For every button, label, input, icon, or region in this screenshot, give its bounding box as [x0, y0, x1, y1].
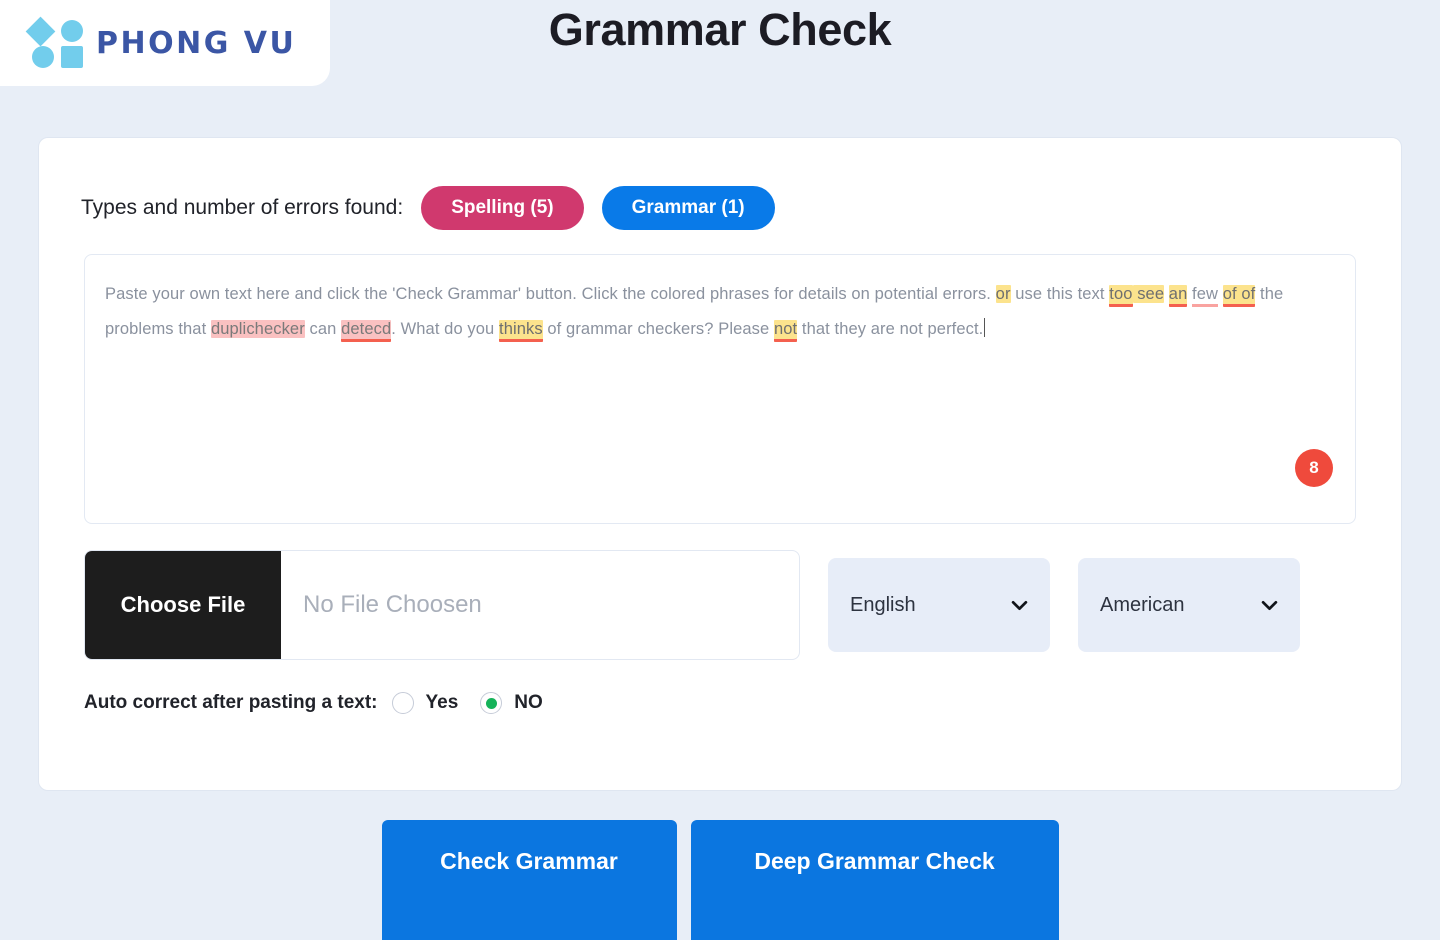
- editor-flagged-text[interactable]: detecd: [341, 320, 392, 342]
- grammar-errors-badge[interactable]: Grammar (1): [601, 186, 775, 230]
- page-title: Grammar Check: [548, 4, 892, 55]
- editor-plain-text: can: [304, 320, 342, 338]
- error-count-badge[interactable]: 8: [1295, 449, 1333, 487]
- editor-plain-text: that they are not perfect.: [797, 320, 984, 338]
- errors-summary-row: Types and number of errors found: Spelli…: [81, 186, 775, 230]
- language-select-value: English: [850, 593, 916, 616]
- editor-flagged-text[interactable]: of of: [1222, 285, 1256, 307]
- check-grammar-button[interactable]: Check Grammar: [381, 820, 677, 940]
- radio-no-icon: [480, 692, 503, 714]
- autocorrect-option-yes[interactable]: Yes: [391, 692, 459, 714]
- chevron-down-icon: [1011, 597, 1028, 614]
- grammar-check-card: Types and number of errors found: Spelli…: [38, 137, 1402, 791]
- editor-flagged-text[interactable]: too: [1109, 285, 1133, 307]
- editor-flagged-text[interactable]: thinks: [499, 320, 543, 342]
- file-name-display[interactable]: No File Choosen: [281, 551, 799, 659]
- editor-plain-text: . What do you: [391, 320, 500, 338]
- autocorrect-yes-label: Yes: [425, 692, 459, 713]
- controls-row: Choose File No File Choosen English Amer…: [84, 550, 1300, 660]
- choose-file-button[interactable]: Choose File: [85, 551, 281, 659]
- bottom-actions: Check Grammar Deep Grammar Check: [0, 820, 1440, 940]
- editor-flagged-text[interactable]: see: [1132, 285, 1165, 303]
- editor-flagged-text[interactable]: not: [773, 320, 798, 342]
- editor-plain-text: Paste your own text here and click the '…: [105, 285, 996, 303]
- deep-grammar-check-button[interactable]: Deep Grammar Check: [690, 820, 1059, 940]
- editor-flagged-text[interactable]: few: [1192, 285, 1219, 307]
- spelling-errors-badge[interactable]: Spelling (5): [421, 186, 584, 230]
- autocorrect-option-no[interactable]: NO: [480, 692, 543, 714]
- chevron-down-icon: [1261, 597, 1278, 614]
- editor-text-content: Paste your own text here and click the '…: [105, 277, 1335, 347]
- autocorrect-label: Auto correct after pasting a text:: [84, 692, 378, 713]
- text-caret: [984, 318, 986, 337]
- editor-plain-text: use this text: [1010, 285, 1110, 303]
- autocorrect-no-label: NO: [514, 692, 543, 713]
- grammar-text-editor[interactable]: Paste your own text here and click the '…: [84, 254, 1356, 524]
- editor-plain-text: of grammar checkers? Please: [542, 320, 774, 338]
- errors-summary-label: Types and number of errors found:: [81, 196, 404, 219]
- autocorrect-row: Auto correct after pasting a text: Yes N…: [84, 692, 565, 714]
- radio-selected-dot: [485, 697, 497, 709]
- variant-select-value: American: [1100, 593, 1185, 616]
- editor-flagged-text[interactable]: or: [995, 285, 1011, 303]
- editor-flagged-text[interactable]: duplichecker: [210, 320, 305, 338]
- variant-select[interactable]: American: [1078, 558, 1300, 652]
- language-select[interactable]: English: [828, 558, 1050, 652]
- file-upload-group: Choose File No File Choosen: [84, 550, 800, 660]
- radio-yes-icon: [391, 692, 414, 714]
- editor-flagged-text[interactable]: an: [1168, 285, 1188, 307]
